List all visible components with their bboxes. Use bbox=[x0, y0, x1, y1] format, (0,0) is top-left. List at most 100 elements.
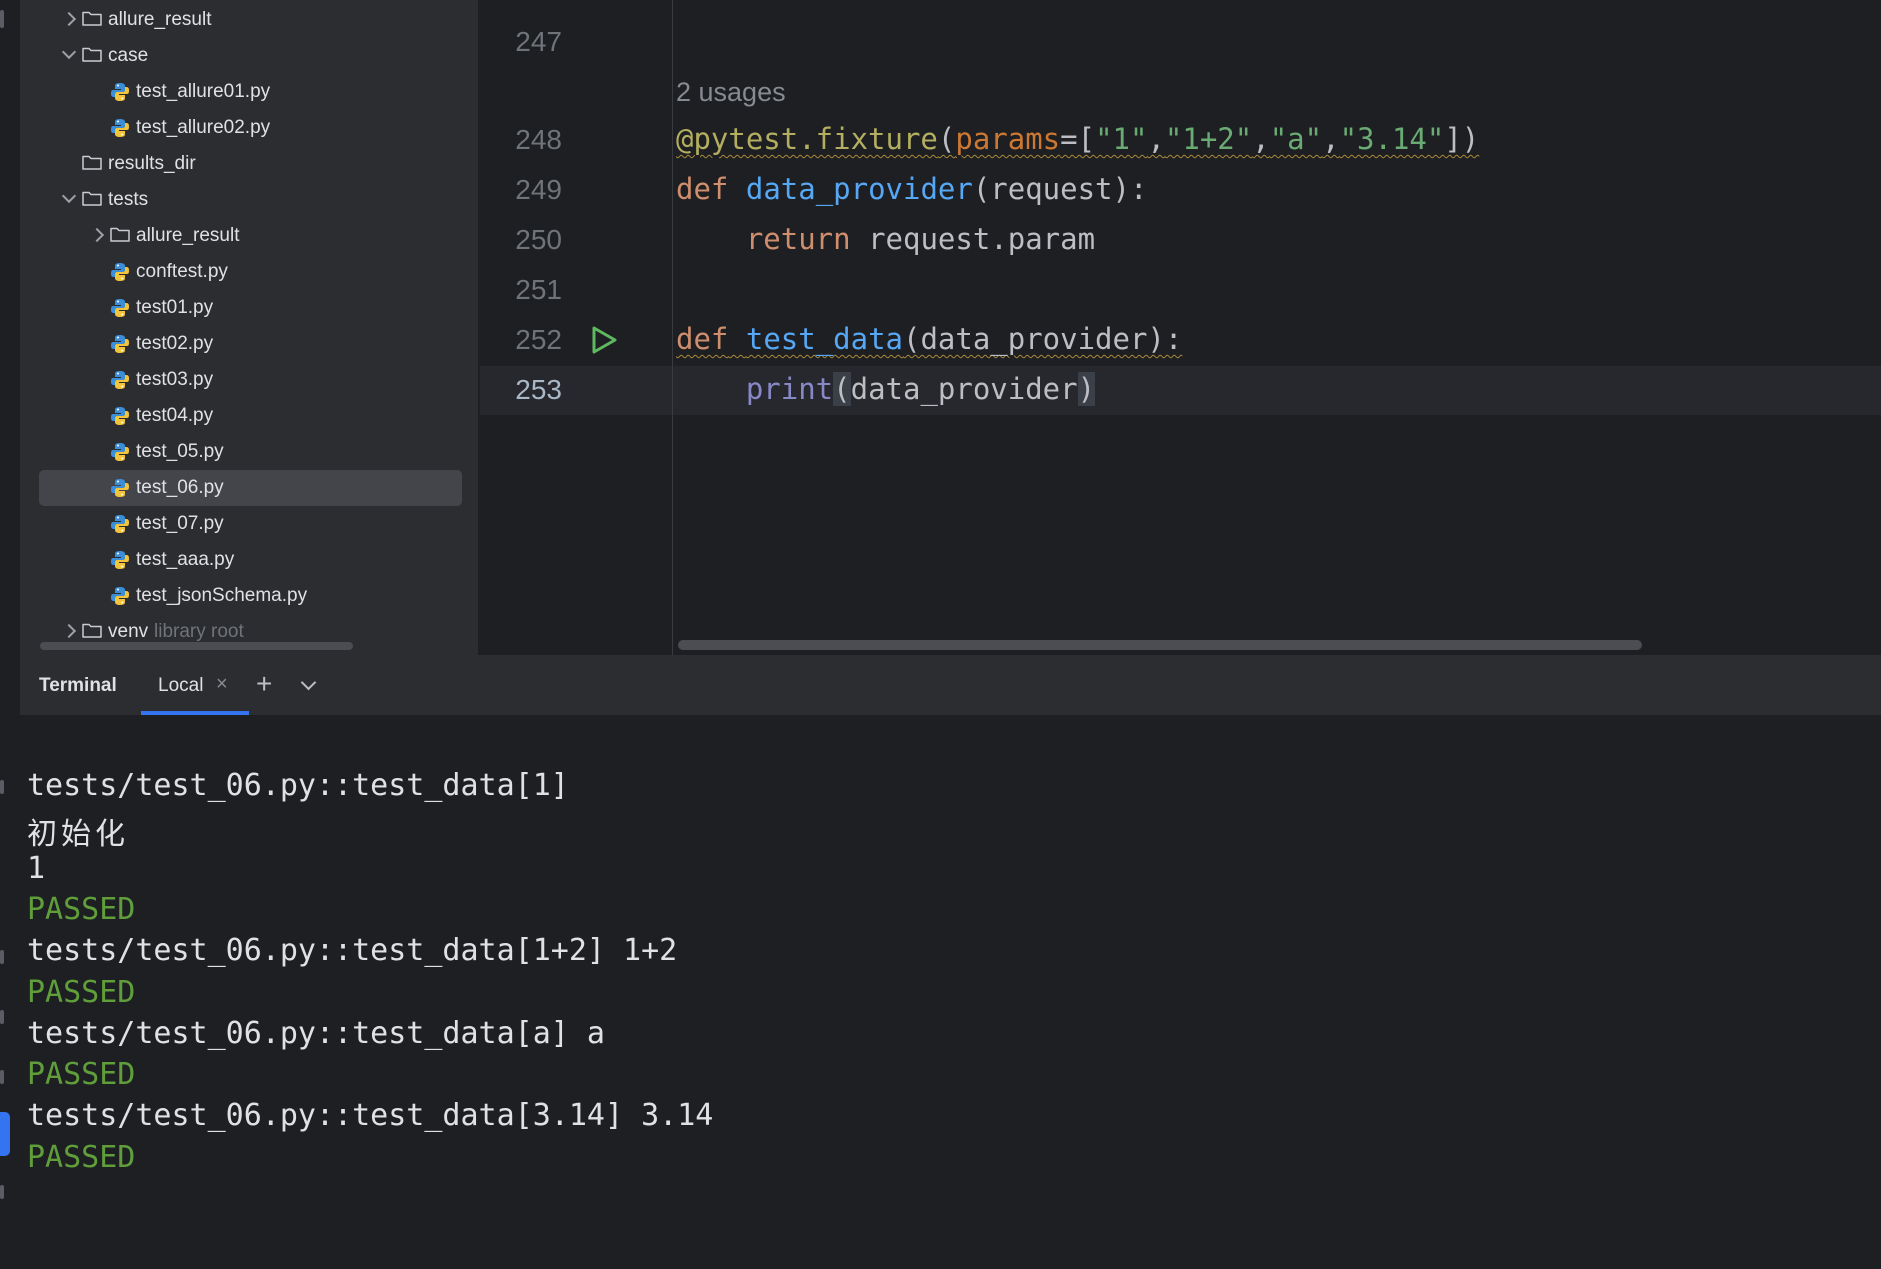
code-line-252[interactable]: def test_data(data_provider): bbox=[676, 322, 1182, 356]
library-root-hint: library root bbox=[154, 621, 244, 642]
tree-folder-item[interactable]: case bbox=[20, 38, 470, 74]
signature-token: (request): bbox=[972, 172, 1148, 206]
tree-folder-item[interactable]: allure_result bbox=[20, 2, 470, 38]
gutter-separator bbox=[672, 0, 673, 655]
project-tree-panel: allure_result case test_allure01.py test_al… bbox=[20, 0, 478, 655]
python-file-icon bbox=[111, 371, 129, 389]
new-tab-plus-icon[interactable]: + bbox=[256, 668, 272, 700]
tree-file-item[interactable]: test02.py bbox=[20, 326, 470, 362]
print-argument: data_provider bbox=[850, 372, 1078, 406]
tree-file-item[interactable]: test03.py bbox=[20, 362, 470, 398]
strip-marker bbox=[0, 1185, 4, 1199]
strip-marker bbox=[0, 10, 4, 28]
tree-file-item[interactable]: test_jsonSchema.py bbox=[20, 578, 470, 614]
function-name: test_data bbox=[745, 322, 903, 356]
terminal-line: 1 bbox=[27, 850, 46, 886]
paren-token: ( bbox=[937, 122, 956, 156]
tree-item-label: venv bbox=[108, 621, 149, 642]
matched-paren: ) bbox=[1077, 372, 1096, 406]
code-line-253[interactable]: print(data_provider) bbox=[676, 372, 1096, 406]
tree-item-label: case bbox=[108, 45, 149, 66]
python-file-icon bbox=[111, 83, 129, 101]
tree-file-item[interactable]: test_allure02.py bbox=[20, 110, 470, 146]
strip-marker bbox=[0, 780, 4, 794]
string-token: "a" bbox=[1269, 122, 1323, 156]
tree-item-label: test_05.py bbox=[136, 441, 224, 462]
tab-label: Local bbox=[158, 675, 204, 696]
signature-token: (data_provider): bbox=[903, 322, 1183, 356]
test-status-passed: PASSED bbox=[27, 1139, 136, 1175]
terminal-line: tests/test_06.py::test_data[3.14] 3.14 bbox=[27, 1098, 714, 1134]
def-keyword: def bbox=[676, 172, 729, 206]
tree-folder-item[interactable]: results_dir bbox=[20, 146, 470, 182]
tree-item-label: tests bbox=[108, 189, 149, 210]
folder-icon bbox=[82, 191, 102, 206]
tree-file-item[interactable]: test_06.py bbox=[20, 470, 470, 506]
terminal-tool-button[interactable] bbox=[0, 1112, 10, 1156]
eq-bracket-token: =[ bbox=[1060, 122, 1096, 156]
chevron-down-icon[interactable] bbox=[61, 44, 77, 60]
decorator-token: @pytest.fixture bbox=[676, 122, 938, 156]
tree-folder-item[interactable]: tests bbox=[20, 182, 470, 218]
tree-file-item[interactable]: test_05.py bbox=[20, 434, 470, 470]
strip-marker bbox=[0, 1070, 4, 1084]
chevron-right-icon[interactable] bbox=[89, 227, 105, 243]
comma-token: , bbox=[1147, 122, 1165, 156]
return-expression: request.param bbox=[868, 222, 1096, 256]
editor-horizontal-scrollbar[interactable] bbox=[678, 640, 1642, 650]
tree-item-label: test_aaa.py bbox=[136, 549, 235, 570]
test-status-passed: PASSED bbox=[27, 1057, 136, 1093]
tree-file-item[interactable]: test01.py bbox=[20, 290, 470, 326]
close-icon[interactable]: × bbox=[216, 673, 228, 696]
terminal-line: tests/test_06.py::test_data[1+2] 1+2 bbox=[27, 933, 678, 969]
terminal-toolbar: Terminal Local × + bbox=[20, 655, 1881, 715]
tab-local[interactable]: Local × bbox=[141, 655, 249, 715]
chevron-right-icon[interactable] bbox=[61, 11, 77, 27]
terminal-output[interactable]: tests/test_06.py::test_data[1] 初始化 1 PASSED… bbox=[20, 715, 1881, 1269]
python-file-icon bbox=[111, 587, 129, 605]
chevron-right-icon[interactable] bbox=[61, 623, 77, 639]
python-file-icon bbox=[111, 479, 129, 497]
string-token: "3.14" bbox=[1339, 122, 1445, 156]
tree-item-label: test01.py bbox=[136, 297, 214, 318]
tree-file-item[interactable]: test_07.py bbox=[20, 506, 470, 542]
folder-icon bbox=[110, 227, 130, 242]
chevron-down-icon[interactable] bbox=[300, 674, 317, 691]
tree-item-label: test_jsonSchema.py bbox=[136, 585, 308, 606]
tree-file-item[interactable]: test04.py bbox=[20, 398, 470, 434]
chevron-down-icon[interactable] bbox=[61, 188, 77, 204]
code-line-248[interactable]: @pytest.fixture(params=["1","1+2","a","3… bbox=[676, 122, 1479, 156]
test-status-passed: PASSED bbox=[27, 974, 136, 1010]
tree-item-label: results_dir bbox=[108, 153, 196, 174]
python-file-icon bbox=[111, 407, 129, 425]
line-number: 247 bbox=[515, 26, 562, 57]
folder-icon bbox=[82, 623, 102, 638]
tree-folder-item[interactable]: allure_result bbox=[20, 218, 470, 254]
strip-marker bbox=[0, 1010, 4, 1024]
usages-hint[interactable]: 2 usages bbox=[676, 77, 786, 108]
tree-item-label: test03.py bbox=[136, 369, 214, 390]
python-file-icon bbox=[111, 119, 129, 137]
tree-file-item[interactable]: test_allure01.py bbox=[20, 74, 470, 110]
python-file-icon bbox=[111, 263, 129, 281]
tree-item-label: test02.py bbox=[136, 333, 214, 354]
code-editor[interactable]: 247 2 usages 248 @pytest.fixture(params=… bbox=[480, 0, 1881, 655]
python-file-icon bbox=[111, 515, 129, 533]
strip-marker bbox=[0, 950, 4, 964]
tree-item-label: test_allure01.py bbox=[136, 81, 271, 102]
tree-item-label: allure_result bbox=[108, 9, 212, 30]
run-test-icon[interactable] bbox=[588, 325, 618, 355]
tree-file-item[interactable]: test_aaa.py bbox=[20, 542, 470, 578]
def-keyword: def bbox=[676, 322, 729, 356]
tree-item-label: allure_result bbox=[136, 225, 240, 246]
line-number: 248 bbox=[515, 124, 562, 155]
tree-horizontal-scrollbar[interactable] bbox=[40, 642, 353, 650]
tree-file-item[interactable]: conftest.py bbox=[20, 254, 470, 290]
function-name: data_provider bbox=[745, 172, 973, 206]
code-line-250[interactable]: return request.param bbox=[676, 222, 1095, 256]
close-token: ]) bbox=[1444, 122, 1480, 156]
string-token: "1" bbox=[1095, 122, 1148, 156]
terminal-title: Terminal bbox=[39, 675, 117, 696]
code-line-249[interactable]: def data_provider(request): bbox=[676, 172, 1147, 206]
tree-item-label: test_allure02.py bbox=[136, 117, 271, 138]
